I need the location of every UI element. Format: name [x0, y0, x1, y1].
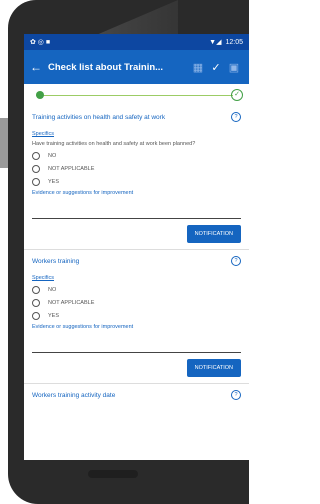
evidence-label[interactable]: Evidence or suggestions for improvement — [32, 324, 241, 330]
option-no[interactable]: NO — [32, 152, 241, 160]
option-yes[interactable]: YES — [32, 178, 241, 186]
option-label: NOT APPLICABLE — [48, 300, 95, 306]
radio-button[interactable] — [32, 286, 40, 294]
option-label: NO — [48, 153, 57, 159]
specifics-link[interactable]: Specifics — [32, 275, 241, 281]
question-title: Workers training — [32, 257, 80, 265]
option-yes[interactable]: YES — [32, 312, 241, 320]
phone-screen: ✿ ◎ ■ ▼◢ 12:05 ← Check list about Traini… — [24, 34, 249, 460]
progress-start-dot — [36, 91, 44, 99]
status-time: 12:05 — [225, 38, 243, 46]
section-divider — [24, 383, 249, 384]
notification-button[interactable]: NOTIFICATION — [186, 225, 241, 243]
progress-line — [36, 95, 233, 96]
notification-button[interactable]: NOTIFICATION — [186, 359, 241, 377]
evidence-input-line[interactable] — [32, 352, 241, 353]
question-text: Have training activities on health and s… — [32, 141, 196, 147]
progress-complete-icon: ✓ — [231, 89, 243, 101]
option-not-applicable[interactable]: NOT APPLICABLE — [32, 165, 241, 173]
page-title: Check list about Trainin... — [48, 61, 164, 73]
question-title: Training activities on health and safety… — [32, 113, 166, 121]
grid-icon[interactable]: ▦ — [189, 61, 207, 74]
progress-indicator: ✓ — [24, 84, 249, 106]
help-icon[interactable]: ? — [231, 112, 241, 122]
status-bar: ✿ ◎ ■ ▼◢ 12:05 — [24, 34, 249, 50]
question-section-1: Training activities on health and safety… — [24, 112, 249, 219]
option-label: NOT APPLICABLE — [48, 166, 95, 172]
phone-frame: ✿ ◎ ■ ▼◢ 12:05 ← Check list about Traini… — [8, 0, 249, 504]
radio-button[interactable] — [32, 178, 40, 186]
option-label: YES — [48, 179, 60, 185]
evidence-label[interactable]: Evidence or suggestions for improvement — [32, 190, 241, 196]
signal-icon: ▼◢ — [209, 39, 222, 46]
option-no[interactable]: NO — [32, 286, 241, 294]
status-left-icons: ✿ ◎ ■ — [30, 39, 51, 46]
help-icon[interactable]: ? — [231, 390, 241, 400]
radio-button[interactable] — [32, 152, 40, 160]
phone-bottom-bezel — [88, 470, 138, 478]
section-divider — [24, 249, 249, 250]
radio-button[interactable] — [32, 299, 40, 307]
option-label: NO — [48, 287, 57, 293]
question-section-3: Workers training activity date ? — [24, 390, 249, 400]
option-label: YES — [48, 313, 60, 319]
help-icon[interactable]: ? — [231, 256, 241, 266]
checkmark-icon[interactable]: ✓ — [207, 61, 225, 74]
back-arrow-icon[interactable]: ← — [30, 60, 48, 74]
save-icon[interactable]: ▣ — [225, 61, 243, 74]
radio-button[interactable] — [32, 165, 40, 173]
question-section-2: Workers training ? Specifics NO NOT APPL… — [24, 256, 249, 353]
option-not-applicable[interactable]: NOT APPLICABLE — [32, 299, 241, 307]
radio-button[interactable] — [32, 312, 40, 320]
question-title: Workers training activity date — [32, 391, 116, 399]
evidence-input-line[interactable] — [32, 218, 241, 219]
app-bar: ← Check list about Trainin... ▦ ✓ ▣ — [24, 50, 249, 84]
specifics-link[interactable]: Specifics — [32, 131, 241, 137]
